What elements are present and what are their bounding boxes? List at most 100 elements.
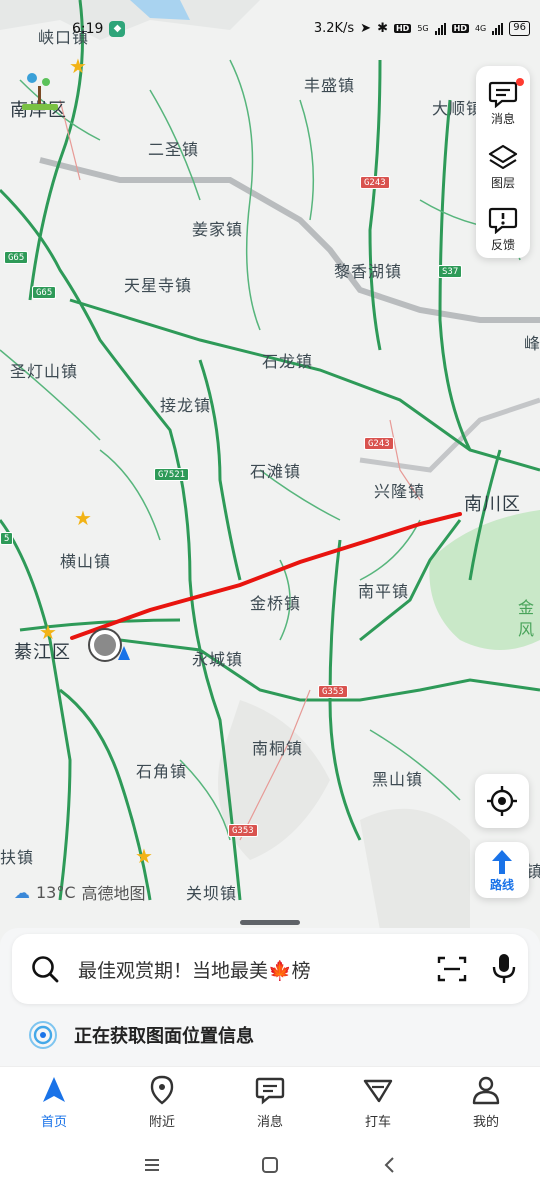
battery-indicator: 96 xyxy=(509,21,530,36)
place-label-guanba[interactable]: 关坝镇 xyxy=(186,880,237,904)
tab-messages-label: 消息 xyxy=(256,1115,283,1130)
tab-taxi[interactable]: 打车 xyxy=(324,1075,432,1130)
system-navigation-bar xyxy=(0,1138,540,1200)
bottom-tab-bar: 首页 附近 消息 打车 我的 xyxy=(0,1066,540,1138)
place-label-nanchuan[interactable]: 南川区 xyxy=(464,490,521,516)
place-label-jinfo[interactable]: 金 xyxy=(518,594,535,618)
road-shield-g353: G353 xyxy=(318,685,348,698)
place-label-nanping[interactable]: 南平镇 xyxy=(358,578,409,602)
place-label-lixianghu[interactable]: 黎香湖镇 xyxy=(334,258,402,282)
place-label-jiangjia[interactable]: 姜家镇 xyxy=(192,216,243,240)
scan-icon[interactable] xyxy=(436,954,468,984)
feedback-icon xyxy=(488,207,518,234)
place-label-ersheng[interactable]: 二圣镇 xyxy=(148,136,199,160)
tab-mine-label: 我的 xyxy=(472,1115,499,1130)
location-status: 正在获取图面位置信息 xyxy=(28,1020,254,1050)
panel-drag-handle[interactable] xyxy=(240,920,300,925)
tab-home-label: 首页 xyxy=(40,1115,67,1130)
layers-tool-label: 图层 xyxy=(490,176,515,190)
network-4g: 4G xyxy=(474,24,487,33)
search-placeholder[interactable]: 最佳观赏期！当地最美🍁榜 xyxy=(78,956,311,983)
location-status-text: 正在获取图面位置信息 xyxy=(74,1026,254,1047)
tab-home[interactable]: 首页 xyxy=(0,1075,108,1130)
microphone-icon[interactable] xyxy=(490,952,518,986)
place-label-heishan[interactable]: 黑山镇 xyxy=(372,766,423,790)
place-label-yongcheng[interactable]: 永城镇 xyxy=(192,646,243,670)
place-label-feng[interactable]: 峰 xyxy=(524,330,540,354)
tab-nearby-label: 附近 xyxy=(148,1115,175,1130)
place-label-tianxingsi[interactable]: 天星寺镇 xyxy=(124,272,192,296)
road-shield-g243: G243 xyxy=(360,176,390,189)
locate-crosshair-icon xyxy=(487,786,517,816)
road-shield-g7521: G7521 xyxy=(154,468,190,481)
place-label-shijiao[interactable]: 石角镇 xyxy=(136,758,187,782)
place-label-hengshan[interactable]: 横山镇 xyxy=(60,548,111,572)
place-label-nantong[interactable]: 南桐镇 xyxy=(252,735,303,759)
scenic-star-icon[interactable]: ★ xyxy=(68,56,88,76)
messages-tool-button[interactable]: 消息 xyxy=(476,72,530,134)
network-speed: 3.2K/s xyxy=(313,21,355,36)
layers-tool-button[interactable]: 图层 xyxy=(476,136,530,198)
road-shield-expressway: 5 xyxy=(0,532,14,545)
place-label-jielong[interactable]: 接龙镇 xyxy=(160,392,211,416)
feedback-tool-label: 反馈 xyxy=(490,238,515,252)
scenic-star-icon[interactable]: ★ xyxy=(134,846,154,866)
tree-marker-icon[interactable] xyxy=(20,66,60,114)
tab-messages[interactable]: 消息 xyxy=(216,1075,324,1130)
locating-icon xyxy=(29,1021,57,1049)
road-shield-g243: G243 xyxy=(364,437,394,450)
route-button-label: 路线 xyxy=(489,878,514,892)
place-label-fengsheng[interactable]: 丰盛镇 xyxy=(304,72,355,96)
place-label-shengdengshan[interactable]: 圣灯山镇 xyxy=(10,358,78,382)
road-shield-g65: G65 xyxy=(32,286,57,299)
message-icon xyxy=(255,1077,285,1105)
hd-badge: HD xyxy=(393,24,412,33)
road-shield-g65: G65 xyxy=(4,251,29,264)
scenic-star-icon[interactable]: ★ xyxy=(73,508,93,528)
road-shield-g353: G353 xyxy=(228,824,258,837)
scenic-star-icon[interactable]: ★ xyxy=(38,622,58,642)
location-arrow-icon: ➤ xyxy=(360,21,372,36)
route-line xyxy=(70,512,462,640)
hd-badge: HD xyxy=(451,24,469,33)
user-profile-icon xyxy=(472,1076,500,1105)
message-icon xyxy=(488,81,518,108)
menu-icon[interactable] xyxy=(143,1156,161,1174)
feedback-tool-button[interactable]: 反馈 xyxy=(476,198,530,260)
weather-info: ☁ 13°C 高德地图 xyxy=(14,880,146,904)
bluetooth-icon: ✱ xyxy=(377,21,388,36)
place-label-shilong[interactable]: 石龙镇 xyxy=(262,348,313,372)
home-navigation-icon xyxy=(43,1077,65,1102)
signal-icon xyxy=(492,22,504,35)
map-brand: 高德地图 xyxy=(81,884,146,903)
map-tool-panel: 消息 图层 反馈 xyxy=(476,66,530,258)
layers-icon xyxy=(488,144,518,170)
notification-dot xyxy=(516,78,524,86)
road-shield-s37: S37 xyxy=(438,265,463,278)
place-label-jinfo-2[interactable]: 风 xyxy=(518,616,535,640)
place-label-shitan[interactable]: 石滩镇 xyxy=(250,458,301,482)
place-label-xinglong[interactable]: 兴隆镇 xyxy=(374,478,425,502)
location-pin-icon xyxy=(150,1075,174,1105)
tab-taxi-label: 打车 xyxy=(364,1115,391,1130)
tab-nearby[interactable]: 附近 xyxy=(108,1075,216,1130)
taxi-icon xyxy=(363,1079,393,1103)
map-view[interactable]: 峡口镇 南岸区 丰盛镇 大顺镇 二圣镇 姜家镇 天星寺镇 黎香湖镇 峰 圣灯山镇… xyxy=(0,0,540,940)
route-button[interactable]: 路线 xyxy=(475,842,529,898)
back-icon[interactable] xyxy=(381,1156,399,1174)
tab-mine[interactable]: 我的 xyxy=(432,1075,540,1130)
signal-icon xyxy=(434,22,446,35)
cloud-icon: ☁ xyxy=(14,882,30,902)
temperature: 13°C xyxy=(36,882,76,902)
place-label-jinqiao[interactable]: 金桥镇 xyxy=(250,590,301,614)
messages-tool-label: 消息 xyxy=(490,112,515,126)
search-icon xyxy=(32,956,59,983)
status-bar: 6:19 ◆ 3.2K/s ➤ ✱ HD 5G HD 4G 96 xyxy=(0,18,540,44)
search-bar[interactable]: 最佳观赏期！当地最美🍁榜 xyxy=(12,934,528,1004)
locate-button[interactable] xyxy=(475,774,529,828)
place-label-fu[interactable]: 扶镇 xyxy=(0,844,34,868)
status-time: 6:19 xyxy=(72,21,104,37)
app-shield-icon: ◆ xyxy=(109,21,126,37)
home-square-icon[interactable] xyxy=(261,1156,279,1174)
route-arrow-icon xyxy=(492,850,512,874)
